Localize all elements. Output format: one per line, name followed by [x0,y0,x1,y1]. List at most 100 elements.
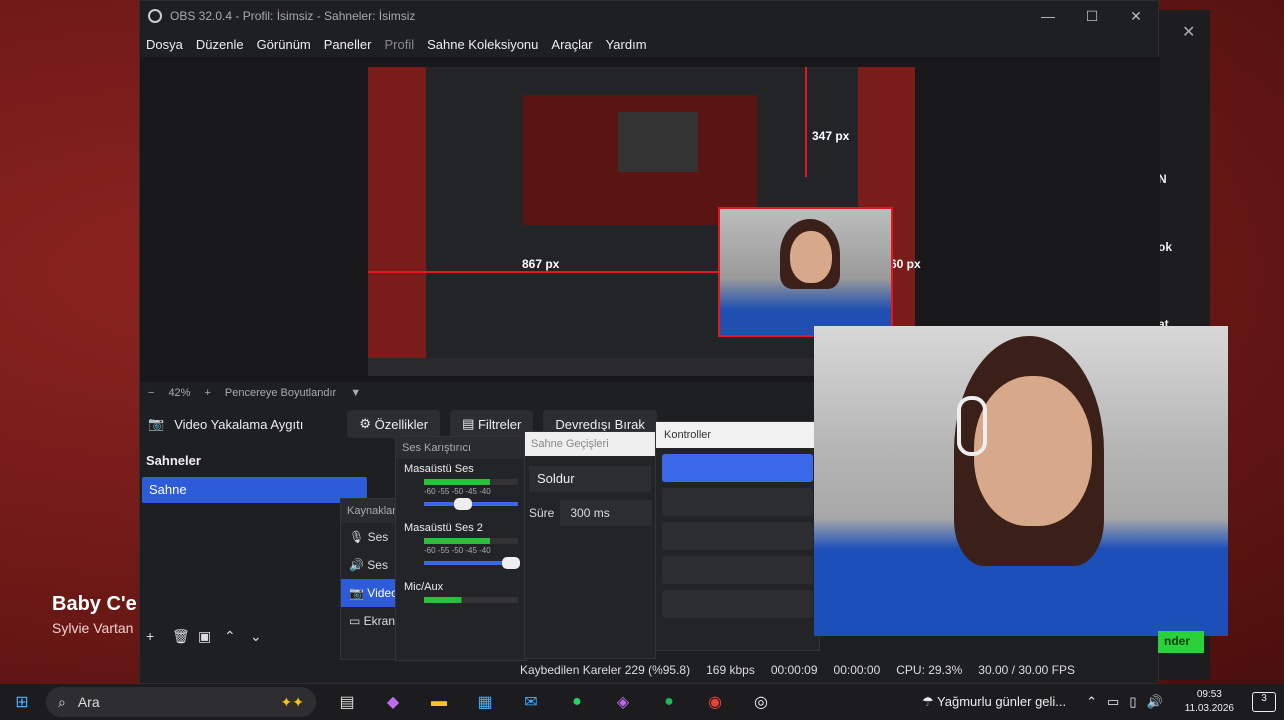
chevron-down-icon[interactable]: ▼ [350,387,361,399]
properties-label: Özellikler [374,416,429,432]
webcam-overlay [814,326,1228,636]
source-item[interactable]: ▭ Ekran [341,607,399,635]
maximize-icon[interactable]: ☐ [1070,8,1114,25]
store-icon[interactable]: ▦ [462,692,508,712]
minimize-icon[interactable]: — [1026,8,1070,25]
mail-icon[interactable]: ✉ [508,692,554,712]
obs-icon[interactable]: ◎ [738,692,784,712]
chevron-up-icon[interactable]: ⌃ [1086,694,1097,710]
add-icon[interactable]: + [146,628,172,645]
source-item[interactable]: 📷 Video [341,579,399,607]
transitions-header: Sahne Geçişleri [525,432,655,456]
measure-line-horizontal [368,271,718,273]
copilot-icon[interactable]: ◆ [370,692,416,712]
clock[interactable]: 09:53 11.03.2026 [1185,688,1234,716]
menu-bar: Dosya Düzenle Görünüm Paneller Profil Sa… [140,31,1158,57]
chrome-icon[interactable]: ◉ [692,692,738,712]
controls-header: Kontroller [656,422,819,448]
search-box[interactable]: ⌕ Ara ✦✦ [46,687,316,717]
virtual-camera-button[interactable] [662,522,813,550]
mixer-channel: Masaüstü Ses -60 -55 -50 -45 -40 [396,459,526,510]
meter-ticks: -60 -55 -50 -45 -40 [424,487,491,496]
volume-meter [424,479,518,485]
source-item[interactable]: 🔊 Ses [341,551,399,579]
volume-slider[interactable] [424,557,520,569]
dropped-frames: Kaybedilen Kareler 229 (%95.8) [520,663,691,677]
trash-icon[interactable]: 🗑 [172,628,198,645]
volume-meter [424,597,518,603]
file-explorer-icon[interactable]: ▬ [416,693,462,711]
menu-scene-collection[interactable]: Sahne Koleksiyonu [427,37,538,52]
weather-widget[interactable]: ☂ Yağmurlu günler geli... [922,694,1066,710]
source-name: 📷 Video Yakalama Aygıtı [148,416,303,432]
volume-icon[interactable]: 🔊 [1147,694,1163,710]
selected-camera-source[interactable] [718,207,893,337]
source-item-label: Ses [367,558,388,572]
sources-header: Kaynaklar [341,499,399,523]
menu-docks[interactable]: Paneller [324,37,372,52]
menu-view[interactable]: Görünüm [257,37,311,52]
close-icon[interactable]: ✕ [1114,8,1158,25]
start-streaming-button[interactable] [662,454,813,482]
filter-icon[interactable]: ▣ [198,628,224,645]
mic-icon: 🎙 [349,530,368,544]
fps: 30.00 / 30.00 FPS [978,663,1076,677]
filters-button[interactable]: ▤ Filtreler [450,410,534,438]
title-bar[interactable]: OBS 32.0.4 - Profil: İsimsiz - Sahneler:… [140,1,1158,31]
source-item-label: Ses [367,530,389,544]
notification-icon[interactable]: 3 [1252,692,1276,712]
measure-label-left: 867 px [522,257,560,271]
status-bar: Kaybedilen Kareler 229 (%95.8) 169 kbps … [520,659,1160,681]
spotify-icon[interactable]: ● [646,693,692,711]
sparkle-icon: ✦✦ [280,693,304,710]
whatsapp-icon[interactable]: ● [554,693,600,711]
nested-preview-3 [618,112,698,172]
chevron-down-icon[interactable]: ⌄ [250,628,276,645]
zoom-in-button[interactable]: + [204,387,210,399]
start-recording-button[interactable] [662,488,813,516]
volume-slider[interactable] [424,498,518,510]
scene-transitions-dock: Sahne Geçişleri Soldur Süre 300 ms [524,431,656,659]
chevron-up-icon[interactable]: ⌃ [224,628,250,645]
properties-button[interactable]: ⚙ Özellikler [347,410,441,438]
source-item[interactable]: 🎙 Ses [341,523,399,551]
window-title: OBS 32.0.4 - Profil: İsimsiz - Sahneler:… [170,9,416,23]
slider-knob[interactable] [502,557,520,569]
obs-logo-icon [148,9,162,23]
menu-profile[interactable]: Profil [384,37,414,52]
search-placeholder: Ara [77,694,100,710]
measure-label-right: 60 px [890,257,921,271]
green-button[interactable]: nder [1158,631,1204,653]
background-album-artist: Sylvie Vartan [52,620,134,636]
headphones-icon [957,396,987,456]
task-view-icon[interactable]: ▤ [324,692,370,712]
umbrella-icon: ☂ [922,694,938,709]
slider-knob[interactable] [454,498,472,510]
measure-label-top: 347 px [812,129,850,143]
source-name-label: Video Yakalama Aygıtı [174,416,304,432]
m365-icon[interactable]: ◈ [600,692,646,712]
camera-icon: 📷 [148,416,165,431]
menu-tools[interactable]: Araçlar [551,37,592,52]
windows-start-icon[interactable]: ⊞ [0,692,44,712]
menu-file[interactable]: Dosya [146,37,183,52]
menu-edit[interactable]: Düzenle [196,37,244,52]
monitor-icon: ▭ [349,614,364,628]
person-face [974,376,1092,526]
duration-input[interactable]: 300 ms [560,500,653,526]
fit-to-window-button[interactable]: Pencereye Boyutlandır [225,387,336,399]
battery-icon[interactable]: ▯ [1129,694,1136,710]
source-item-label: Ekran [363,614,396,628]
deactivate-label: Devredışı Bırak [555,416,645,432]
zoom-out-button[interactable]: − [148,387,154,399]
filter-icon: ▤ [462,416,478,431]
settings-button[interactable] [662,590,813,618]
mixer-channel: Masaüstü Ses 2 -60 -55 -50 -45 -40 [396,518,526,569]
transition-select[interactable]: Soldur [529,466,651,492]
cpu-usage: CPU: 29.3% [896,663,963,677]
studio-mode-button[interactable] [662,556,813,584]
network-icon[interactable]: ▭ [1107,694,1119,710]
menu-help[interactable]: Yardım [606,37,647,52]
close-icon[interactable]: ✕ [1182,22,1195,42]
scene-item[interactable]: Sahne [142,477,367,503]
